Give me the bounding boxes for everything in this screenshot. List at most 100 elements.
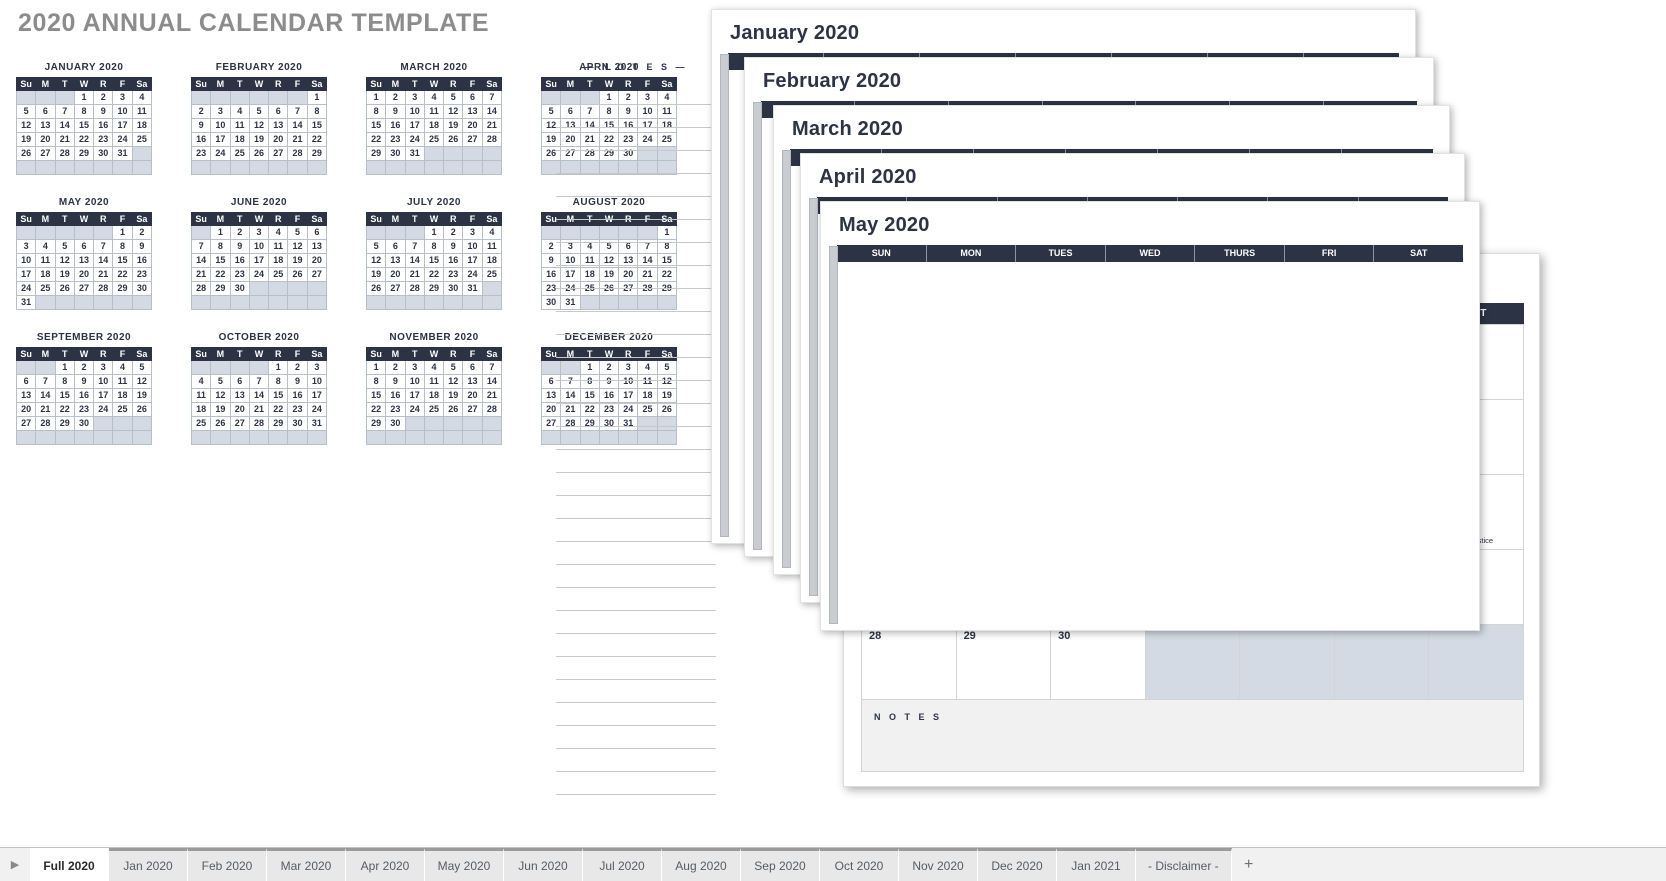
mini-day-empty[interactable] [190,430,212,445]
note-line[interactable] [556,588,716,611]
mini-day-cell[interactable]: 9 [443,239,464,254]
sheet-tab[interactable]: May 2020 [425,848,504,881]
mini-day-cell[interactable]: 26 [443,132,464,147]
mini-day-cell[interactable]: 5 [365,239,387,254]
mini-day-empty[interactable] [248,160,270,175]
mini-day-cell[interactable]: 9 [385,104,406,119]
mini-day-cell[interactable]: 12 [248,118,270,133]
note-line[interactable] [556,680,716,703]
mini-day-cell[interactable]: 14 [190,253,212,268]
mini-day-cell[interactable]: 15 [365,388,387,403]
mini-day-cell[interactable]: 22 [54,402,75,417]
mini-day-cell[interactable]: 6 [462,90,483,105]
mini-day-cell[interactable]: 27 [35,146,56,161]
mini-day-cell[interactable]: 28 [54,146,75,161]
mini-day-cell[interactable]: 2 [385,360,406,375]
mini-day-cell[interactable]: 13 [385,253,406,268]
notes-lines[interactable] [556,82,716,795]
mini-day-cell[interactable]: 18 [190,402,212,417]
mini-day-cell[interactable]: 7 [248,374,270,389]
mini-day-empty[interactable] [35,295,56,310]
mini-day-cell[interactable]: 7 [287,104,308,119]
day-cell[interactable]: 30 [1050,623,1146,700]
note-line[interactable] [556,289,716,312]
note-line[interactable] [556,404,716,427]
mini-day-cell[interactable]: 7 [481,360,503,375]
note-line[interactable] [556,611,716,634]
mini-day-empty[interactable] [404,160,425,175]
mini-day-cell[interactable]: 28 [481,132,503,147]
mini-day-cell[interactable]: 9 [190,118,212,133]
note-line[interactable] [556,427,716,450]
mini-day-cell[interactable]: 6 [268,104,289,119]
mini-day-cell[interactable]: 21 [404,267,425,282]
mini-day-cell[interactable]: 26 [287,267,308,282]
mini-day-cell[interactable]: 16 [73,388,95,403]
mini-day-empty[interactable] [248,281,270,296]
note-line[interactable] [556,496,716,519]
sheet-tab[interactable]: Jan 2020 [109,848,188,881]
mini-day-cell[interactable]: 21 [481,118,503,133]
day-cell-empty[interactable] [1333,623,1430,700]
mini-day-cell[interactable]: 29 [423,281,445,296]
mini-day-empty[interactable] [443,430,464,445]
note-line[interactable] [556,358,716,381]
mini-day-empty[interactable] [306,295,328,310]
mini-day-empty[interactable] [190,360,212,375]
mini-day-cell[interactable]: 2 [93,90,114,105]
mini-day-cell[interactable]: 31 [306,416,328,431]
card-scrollbar[interactable] [782,150,791,568]
sheet-tab[interactable]: Apr 2020 [346,848,425,881]
mini-day-empty[interactable] [93,430,114,445]
mini-day-cell[interactable]: 27 [73,281,95,296]
mini-day-cell[interactable]: 10 [112,104,133,119]
mini-day-empty[interactable] [287,90,308,105]
mini-day-cell[interactable]: 16 [190,132,212,147]
mini-day-empty[interactable] [385,295,406,310]
mini-day-cell[interactable]: 16 [93,118,114,133]
mini-day-cell[interactable]: 5 [54,239,75,254]
mini-day-cell[interactable]: 15 [306,118,328,133]
mini-day-cell[interactable]: 20 [229,402,250,417]
mini-day-cell[interactable]: 22 [306,132,328,147]
mini-day-cell[interactable]: 16 [385,388,406,403]
mini-day-cell[interactable]: 1 [73,90,95,105]
mini-day-empty[interactable] [229,295,250,310]
mini-day-empty[interactable] [54,90,75,105]
mini-day-cell[interactable]: 26 [210,416,231,431]
mini-day-cell[interactable]: 22 [268,402,289,417]
mini-day-cell[interactable]: 13 [462,104,483,119]
mini-day-empty[interactable] [112,295,133,310]
mini-day-cell[interactable]: 11 [423,104,445,119]
mini-day-empty[interactable] [210,430,231,445]
mini-day-cell[interactable]: 11 [481,239,503,254]
mini-day-empty[interactable] [462,430,483,445]
mini-day-cell[interactable]: 19 [443,118,464,133]
mini-day-cell[interactable]: 12 [210,388,231,403]
mini-day-empty[interactable] [248,430,270,445]
note-line[interactable] [556,105,716,128]
mini-day-empty[interactable] [481,160,503,175]
mini-day-cell[interactable]: 16 [443,253,464,268]
mini-day-cell[interactable]: 10 [404,374,425,389]
mini-day-cell[interactable]: 12 [443,104,464,119]
mini-day-cell[interactable]: 20 [15,402,37,417]
mini-day-cell[interactable]: 11 [229,118,250,133]
mini-day-cell[interactable]: 11 [131,104,153,119]
mini-day-empty[interactable] [229,90,250,105]
note-line[interactable] [556,772,716,795]
mini-day-cell[interactable]: 17 [462,253,483,268]
mini-day-cell[interactable]: 13 [462,374,483,389]
mini-day-cell[interactable]: 9 [131,239,153,254]
mini-day-cell[interactable]: 5 [210,374,231,389]
mini-day-cell[interactable]: 18 [481,253,503,268]
mini-day-cell[interactable]: 2 [229,225,250,240]
mini-day-cell[interactable]: 8 [54,374,75,389]
mini-day-cell[interactable]: 25 [190,416,212,431]
mini-day-empty[interactable] [423,430,445,445]
day-cell[interactable]: 29 [955,623,1052,700]
note-line[interactable] [556,151,716,174]
mini-day-cell[interactable]: 3 [306,360,328,375]
mini-day-cell[interactable]: 21 [481,388,503,403]
mini-day-cell[interactable]: 16 [229,253,250,268]
